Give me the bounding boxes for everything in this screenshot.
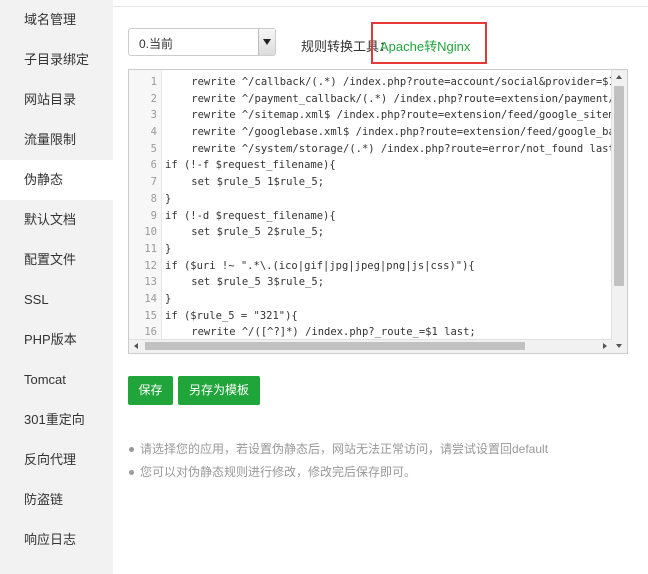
rule-convert-tool-label: 规则转换工具：: [301, 39, 393, 54]
code-line: 12 if ($uri !~ ".*\.(ico|gif|jpg|jpeg|png…: [129, 258, 613, 275]
line-text: }: [165, 292, 172, 305]
line-text: rewrite ^/callback/(.*) /index.php?route…: [166, 76, 613, 88]
line-text: set $rule_5 2$rule_5;: [166, 226, 325, 239]
scroll-left-arrow-icon[interactable]: [129, 340, 143, 353]
code-line: 2 rewrite ^/payment_callback/(.*) /index…: [129, 91, 613, 108]
code-line: 14}: [129, 291, 613, 308]
rewrite-code-editor[interactable]: 1 rewrite ^/callback/(.*) /index.php?rou…: [128, 69, 628, 354]
line-number: 11: [144, 242, 157, 255]
code-line: 10 set $rule_5 2$rule_5;: [129, 224, 613, 241]
sidebar-item-tomcat[interactable]: Tomcat: [0, 360, 113, 400]
sidebar-item-subdir-binding[interactable]: 子目录绑定: [0, 40, 113, 80]
sidebar-item-default-doc[interactable]: 默认文档: [0, 200, 113, 240]
code-line: 9 if (!-d $request_filename){: [129, 208, 613, 225]
sidebar-item-redirect-301[interactable]: 301重定向: [0, 400, 113, 440]
code-line: 11}: [129, 241, 613, 258]
code-line: 15 if ($rule_5 = "321"){: [129, 308, 613, 325]
code-line: 4 rewrite ^/googlebase.xml$ /index.php?r…: [129, 124, 613, 141]
sidebar-item-config-file[interactable]: 配置文件: [0, 240, 113, 280]
editor-horizontal-scrollbar[interactable]: [129, 339, 612, 353]
tip-item: 请选择您的应用，若设置伪静态后，网站无法正常访问，请尝试设置回default: [128, 438, 548, 461]
line-number: 2: [150, 92, 157, 105]
line-number: 12: [144, 259, 157, 272]
line-text: }: [165, 242, 172, 255]
line-number: 15: [144, 309, 157, 322]
line-number: 10: [144, 226, 157, 239]
scroll-down-arrow-icon[interactable]: [612, 339, 627, 353]
rewrite-template-select[interactable]: 0.当前: [128, 28, 276, 56]
main-panel: 0.当前 规则转换工具： Apache转Nginx 1 rewrite ^/ca…: [113, 0, 648, 574]
line-text: rewrite ^/payment_callback/(.*) /index.p…: [166, 92, 613, 105]
line-number: 8: [150, 192, 157, 205]
scroll-up-arrow-icon[interactable]: [612, 70, 627, 84]
sidebar-item-response-log[interactable]: 响应日志: [0, 520, 113, 560]
save-as-template-button[interactable]: 另存为模板: [178, 376, 260, 405]
sidebar-item-hotlink-protection[interactable]: 防盗链: [0, 480, 113, 520]
line-number: 7: [150, 176, 157, 189]
sidebar-item-ssl[interactable]: SSL: [0, 280, 113, 320]
code-lines: 1 rewrite ^/callback/(.*) /index.php?rou…: [129, 74, 613, 342]
tips-list: 请选择您的应用，若设置伪静态后，网站无法正常访问，请尝试设置回default 您…: [128, 438, 548, 484]
line-number: 4: [150, 126, 157, 139]
sidebar-item-traffic-limit[interactable]: 流量限制: [0, 120, 113, 160]
vertical-scroll-thumb[interactable]: [614, 86, 624, 286]
line-text: }: [165, 192, 172, 205]
sidebar-item-domain[interactable]: 域名管理: [0, 0, 113, 40]
sidebar-item-reverse-proxy[interactable]: 反向代理: [0, 440, 113, 480]
line-text: set $rule_5 3$rule_5;: [166, 276, 325, 289]
sidebar-item-rewrite[interactable]: 伪静态: [0, 160, 113, 200]
line-text: rewrite ^/googlebase.xml$ /index.php?rou…: [166, 126, 613, 139]
code-line: 8}: [129, 191, 613, 208]
chevron-down-icon[interactable]: [258, 29, 275, 55]
code-line: 7 set $rule_5 1$rule_5;: [129, 174, 613, 191]
line-text: if ($rule_5 = "321"){: [165, 309, 298, 322]
horizontal-scroll-thumb[interactable]: [145, 342, 525, 350]
sidebar: 域名管理 子目录绑定 网站目录 流量限制 伪静态 默认文档 配置文件 SSL P…: [0, 0, 113, 574]
line-number: 6: [150, 159, 157, 172]
top-divider: [113, 0, 648, 7]
sidebar-item-site-directory[interactable]: 网站目录: [0, 80, 113, 120]
line-text: if ($uri !~ ".*\.(ico|gif|jpg|jpeg|png|j…: [165, 259, 475, 272]
line-number: 9: [150, 209, 157, 222]
line-text: if (!-d $request_filename){: [165, 209, 336, 222]
code-line: 13 set $rule_5 3$rule_5;: [129, 274, 613, 291]
line-text: if (!-f $request_filename){: [165, 159, 336, 172]
rewrite-template-selected: 0.当前: [139, 37, 174, 51]
code-line: 3 rewrite ^/sitemap.xml$ /index.php?rout…: [129, 107, 613, 124]
scroll-right-arrow-icon[interactable]: [598, 340, 612, 353]
line-text: set $rule_5 1$rule_5;: [166, 176, 325, 189]
code-line: 1 rewrite ^/callback/(.*) /index.php?rou…: [129, 74, 613, 91]
code-line: 5 rewrite ^/system/storage/(.*) /index.p…: [129, 141, 613, 158]
sidebar-item-php-version[interactable]: PHP版本: [0, 320, 113, 360]
line-number: 1: [150, 76, 157, 88]
line-number: 13: [144, 276, 157, 289]
line-number: 14: [144, 292, 157, 305]
tip-item: 您可以对伪静态规则进行修改，修改完后保存即可。: [128, 461, 548, 484]
apache-to-nginx-link[interactable]: Apache转Nginx: [380, 36, 470, 55]
code-line: 6 if (!-f $request_filename){: [129, 157, 613, 174]
editor-vertical-scrollbar[interactable]: [611, 70, 627, 353]
save-button[interactable]: 保存: [128, 376, 173, 405]
line-text: rewrite ^/sitemap.xml$ /index.php?route=…: [166, 109, 613, 122]
line-number: 5: [150, 142, 157, 155]
line-text: rewrite ^/system/storage/(.*) /index.php…: [166, 142, 613, 155]
line-number: 3: [150, 109, 157, 122]
